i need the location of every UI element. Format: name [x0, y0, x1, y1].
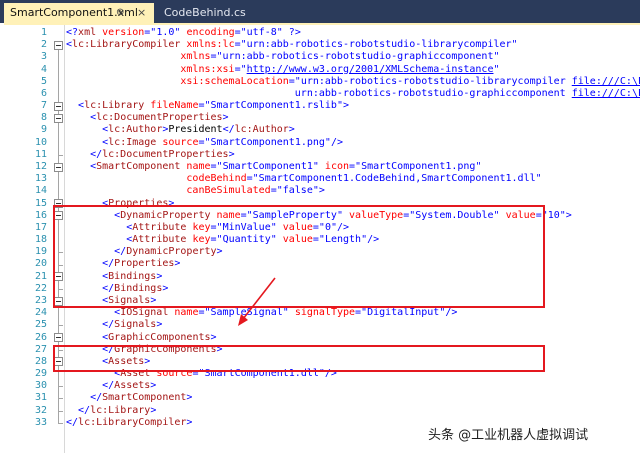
annotation-arrow	[238, 277, 276, 326]
watermark: 头条 @工业机器人虚拟调试	[428, 428, 589, 443]
arrow-shaft	[242, 277, 276, 320]
